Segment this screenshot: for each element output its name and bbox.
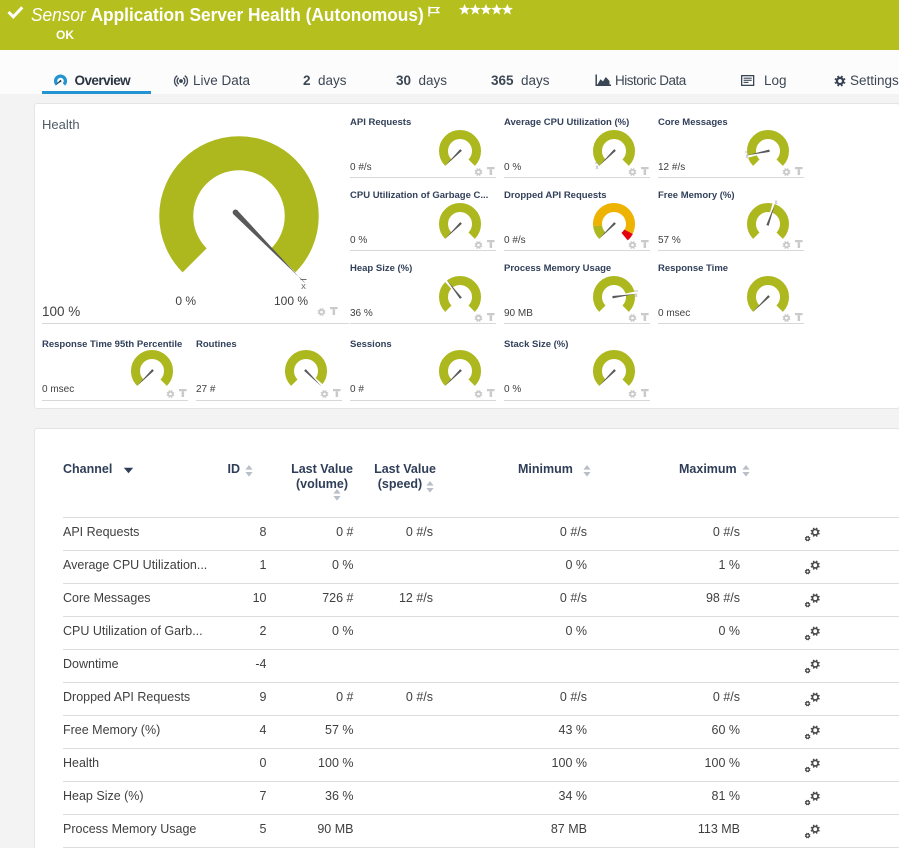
svg-text:x: x	[775, 200, 778, 206]
svg-text:x: x	[746, 154, 749, 160]
svg-text:x: x	[596, 165, 599, 171]
svg-text:x: x	[635, 293, 638, 299]
svg-text:x: x	[301, 281, 306, 292]
